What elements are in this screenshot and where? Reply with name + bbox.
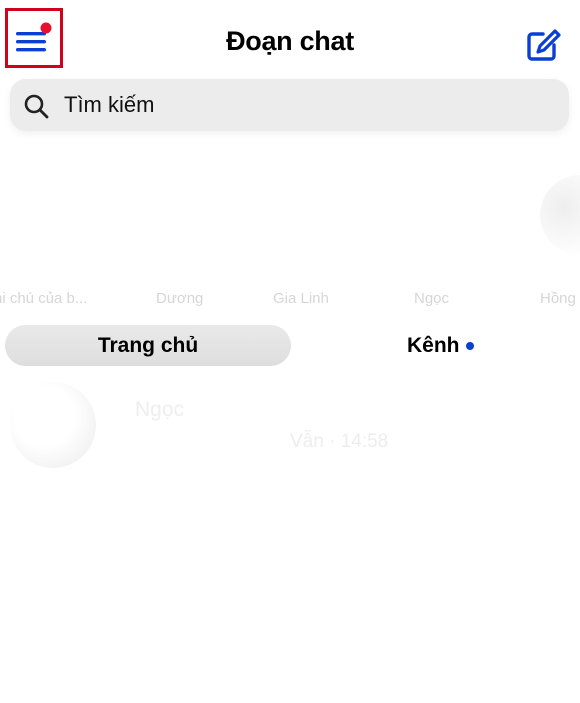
story-name[interactable]: Dương bbox=[156, 290, 203, 307]
story-avatar[interactable] bbox=[540, 175, 580, 255]
search-bar[interactable] bbox=[10, 79, 569, 131]
conversation-name: Ngọc bbox=[135, 398, 185, 421]
page-title: Đoạn chat bbox=[226, 26, 354, 56]
story-name[interactable]: Ngọc bbox=[414, 290, 449, 307]
compose-button[interactable] bbox=[526, 28, 562, 62]
conversation-row[interactable]: Ngọc Vẫn · 14:58 bbox=[0, 378, 580, 468]
conversation-preview: Vẫn · 14:58 bbox=[290, 431, 389, 452]
story-name[interactable]: hi chú của b... bbox=[0, 290, 87, 307]
search-icon bbox=[24, 94, 49, 119]
unread-dot bbox=[466, 342, 474, 350]
compose-icon bbox=[527, 29, 561, 61]
story-name[interactable]: Gia Linh bbox=[273, 290, 329, 307]
tab-home[interactable]: Trang chủ bbox=[5, 325, 291, 366]
search-input[interactable] bbox=[64, 88, 554, 122]
avatar bbox=[10, 382, 96, 468]
stories-row: hi chú của b... Dương Gia Linh Ngọc Hồng bbox=[0, 145, 580, 315]
header: Đoạn chat bbox=[0, 0, 580, 74]
tab-bar: Trang chủ Kênh bbox=[0, 325, 580, 367]
story-name[interactable]: Hồng bbox=[540, 290, 576, 307]
tab-channels[interactable]: Kênh bbox=[407, 325, 460, 366]
